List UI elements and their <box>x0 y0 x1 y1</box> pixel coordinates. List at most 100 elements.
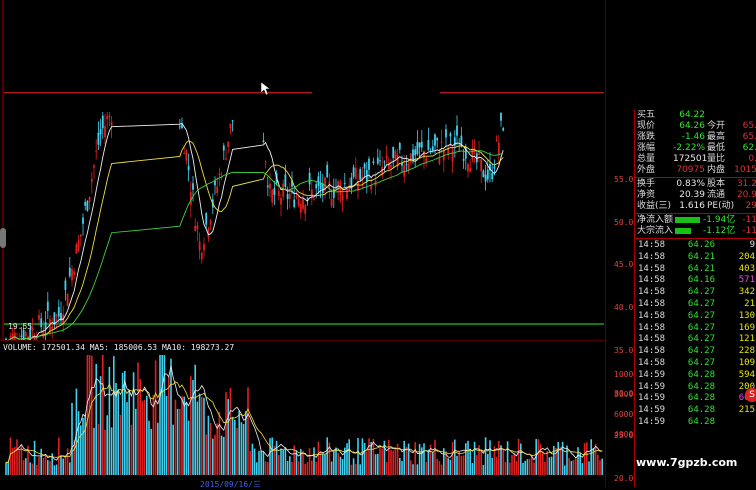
candle-body <box>227 141 229 147</box>
quote-value-2: 62. <box>743 143 756 154</box>
volume-bar <box>219 412 221 475</box>
candle-body <box>296 196 298 198</box>
scroll-handle[interactable] <box>0 228 6 248</box>
volume-bar <box>245 411 247 475</box>
tick-price: 64.27 <box>683 287 715 299</box>
candle-body <box>95 151 97 152</box>
quote-row: 涨跌-1.46最高65. <box>635 132 756 143</box>
volume-bar <box>351 465 353 475</box>
candle-body <box>21 336 23 337</box>
quote-value-2: -11 <box>742 215 756 226</box>
quote-row: 净资20.39流通20.9 <box>635 190 756 201</box>
volume-bar <box>553 446 555 475</box>
quote-value: 70975 <box>673 165 705 176</box>
volume-bar <box>590 439 592 475</box>
volume-bar <box>406 447 408 475</box>
quote-label: 总量 <box>637 154 655 165</box>
volume-bar <box>236 428 238 475</box>
quote-value: 0.83% <box>673 179 705 190</box>
candle-body <box>478 153 480 155</box>
volume-bar <box>205 434 207 475</box>
volume-bar <box>287 461 289 475</box>
volume-bar <box>84 415 86 475</box>
tick-price: 64.28 <box>683 417 715 429</box>
candle-body <box>203 244 205 250</box>
candle-body <box>452 149 454 161</box>
volume-bar <box>307 462 309 475</box>
volume-bar <box>190 376 192 475</box>
volume-bar <box>368 438 370 475</box>
volume-bar <box>511 455 513 475</box>
volume-bar <box>381 448 383 475</box>
volume-bar <box>454 440 456 475</box>
quote-value: 172501 <box>673 154 705 165</box>
tick-time: 14:59 <box>638 417 665 429</box>
volume-bar <box>315 462 317 475</box>
volume-bar <box>401 461 403 475</box>
volume-bar <box>357 438 359 475</box>
volume-bar <box>67 448 69 475</box>
volume-bar <box>441 465 443 475</box>
candle-body <box>100 129 102 134</box>
quote-row: 大宗流入-1.12亿-11 <box>635 226 756 237</box>
volume-bar <box>168 377 170 475</box>
volume-bar <box>232 417 234 475</box>
volume-bar <box>375 454 377 475</box>
quote-row: 买五64.22 <box>635 110 756 121</box>
candle-body <box>274 188 276 195</box>
candle-body <box>355 168 357 179</box>
volume-bar <box>496 457 498 475</box>
volume-axis-label: 4000 <box>614 430 633 439</box>
volume-bar <box>461 456 463 475</box>
volume-bar <box>423 443 425 475</box>
volume-bar <box>91 356 93 475</box>
volume-bar <box>588 461 590 475</box>
volume-bar <box>465 443 467 475</box>
candle-body <box>51 327 53 330</box>
tick-volume: 121 <box>739 334 755 346</box>
volume-bar <box>428 450 430 475</box>
volume-bar <box>146 396 148 475</box>
volume-bar <box>542 451 544 475</box>
tick-row: 14:5864.21204 <box>635 252 756 264</box>
tick-row: 14:5864.27342 <box>635 287 756 299</box>
volume-bar <box>150 429 152 475</box>
volume-bar <box>82 418 84 475</box>
candle-body <box>214 181 216 185</box>
volume-chart[interactable] <box>0 340 606 487</box>
candle-body <box>395 151 397 159</box>
candle-body <box>491 173 493 179</box>
volume-bar <box>34 441 36 475</box>
volume-bar <box>436 459 438 475</box>
red-marker-icon[interactable]: S <box>745 388 756 402</box>
volume-bar <box>419 444 421 475</box>
quote-label: 净资 <box>637 190 655 201</box>
volume-bar <box>595 444 597 475</box>
volume-bar <box>472 463 474 475</box>
volume-bar <box>439 461 441 475</box>
quote-value: -1.94亿 <box>703 215 733 226</box>
tick-price: 64.28 <box>683 393 715 405</box>
volume-bar <box>425 462 427 475</box>
candle-body <box>205 213 207 224</box>
candle-body <box>65 280 67 289</box>
volume-bar <box>87 355 89 475</box>
volume-bar <box>216 423 218 475</box>
tick-time: 14:58 <box>638 275 665 287</box>
volume-bar <box>390 450 392 475</box>
price-chart[interactable] <box>0 0 606 340</box>
volume-bar <box>483 465 485 475</box>
tick-price: 64.28 <box>683 370 715 382</box>
volume-bar <box>527 459 529 475</box>
candle-body <box>40 318 42 327</box>
volume-bar <box>238 411 240 475</box>
volume-bar <box>135 409 137 475</box>
volume-bar <box>148 421 150 475</box>
date-label: 2015/09/16/三 <box>200 479 261 490</box>
tick-list[interactable]: 14:5864.26914:5864.2120414:5864.2140314:… <box>635 240 756 429</box>
volume-bar <box>544 462 546 475</box>
candle-body <box>302 199 304 209</box>
tick-row: 14:5864.27169 <box>635 323 756 335</box>
volume-bar <box>324 455 326 475</box>
candle-body <box>223 146 225 151</box>
